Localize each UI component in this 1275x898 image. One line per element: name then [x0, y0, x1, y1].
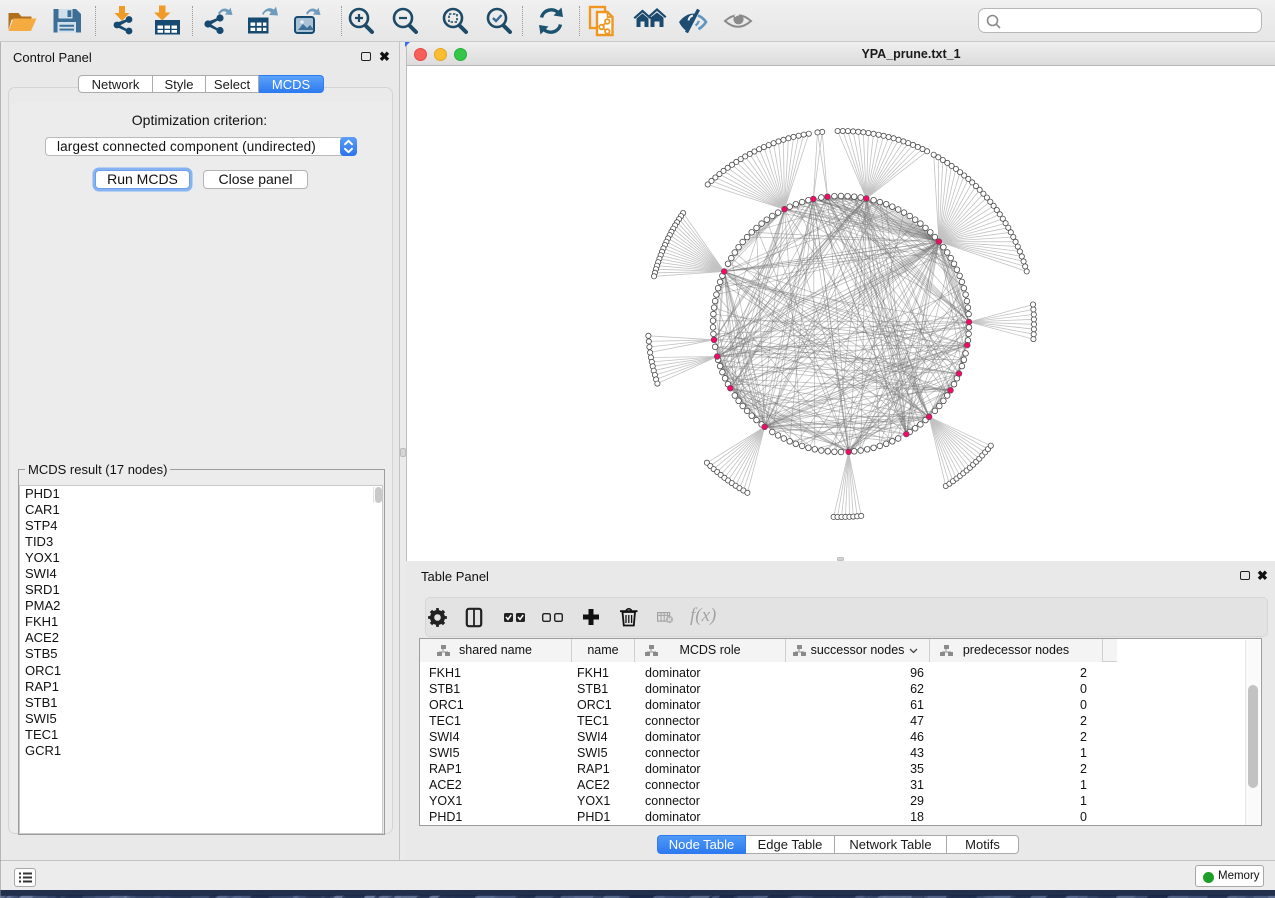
svg-text:f(x): f(x): [690, 605, 716, 626]
